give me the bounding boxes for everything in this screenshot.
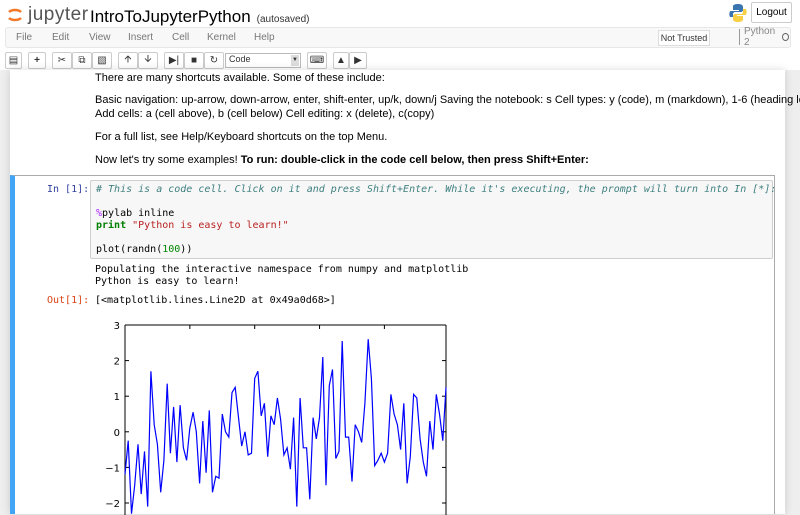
menu-cell[interactable]: Cell (172, 32, 189, 43)
jupyter-logo-icon (8, 8, 22, 22)
cell-type-value: Code (229, 54, 251, 64)
copy-icon: ⧉ (78, 55, 86, 66)
markdown-paragraph: For a full list, see Help/Keyboard short… (95, 131, 388, 143)
step-forward-icon: ▶| (168, 55, 180, 66)
kernel-indicator: Python 2 (739, 26, 790, 48)
save-icon: ▤ (8, 55, 19, 66)
menu-file[interactable]: File (16, 32, 32, 43)
move-up-button[interactable]: 🡩 (118, 52, 138, 69)
y-tick-label: 0 (114, 428, 120, 439)
arrow-up-icon: 🡩 (124, 54, 132, 65)
kernel-idle-icon (782, 33, 790, 41)
arrow-down-icon: 🡫 (144, 54, 152, 65)
code-editor[interactable]: # This is a code cell. Click on it and p… (90, 180, 777, 259)
video-icon: ▶ (354, 55, 362, 66)
plus-icon: + (34, 55, 40, 66)
interrupt-button[interactable]: ■ (184, 52, 204, 69)
print-keyword: print (96, 220, 127, 231)
autosave-status: (autosaved) (256, 14, 310, 25)
paste-icon: ▧ (97, 55, 107, 66)
cell-toolbar-button[interactable]: ▲ (333, 52, 349, 69)
output-prompt: Out[1]: (47, 295, 90, 306)
jupyter-logo[interactable]: jupyter (7, 4, 89, 26)
number-literal: 100 (162, 244, 181, 255)
run-button[interactable]: ▶| (164, 52, 184, 69)
markdown-paragraph: Now let's try some examples! To run: dou… (95, 154, 589, 166)
header: jupyter IntroToJupyterPython (autosaved) … (0, 0, 800, 70)
menu-view[interactable]: View (89, 32, 111, 43)
markdown-paragraph: Add cells: a (cell above), b (cell below… (95, 108, 435, 120)
kernel-name: Python 2 (744, 26, 776, 48)
restart-button[interactable]: ↻ (204, 52, 224, 69)
move-down-button[interactable]: 🡫 (138, 52, 158, 69)
notebook-container: There are many shortcuts available. Some… (10, 70, 800, 515)
notebook-title[interactable]: IntroToJupyterPython (autosaved) (90, 7, 309, 27)
restart-icon: ↻ (209, 55, 219, 66)
bold-instruction: To run: double-click in the code cell be… (240, 154, 589, 166)
menu-insert[interactable]: Insert (128, 32, 153, 43)
stdout-line: Populating the interactive namespace fro… (95, 264, 469, 275)
copy-button[interactable]: ⧉ (72, 52, 92, 69)
not-trusted-button[interactable]: Not Trusted (658, 30, 710, 46)
stdout-line: Python is easy to learn! (95, 276, 240, 287)
toggle-icon: ▲ (336, 55, 346, 66)
code-text: )) (180, 244, 193, 255)
data-line (124, 339, 447, 514)
logo-text: jupyter (28, 4, 89, 25)
logout-button[interactable]: Logout (751, 2, 792, 23)
input-prompt: In [1]: (47, 184, 90, 195)
save-button[interactable]: ▤ (5, 52, 22, 69)
paste-button[interactable]: ▧ (92, 52, 112, 69)
code-cell[interactable]: In [1]: # This is a code cell. Click on … (10, 175, 777, 515)
python-logo-icon (729, 4, 747, 22)
command-palette-button[interactable]: ⌨ (307, 52, 327, 69)
code-comment: # This is a code cell. Click on it and p… (96, 184, 777, 195)
string-literal: "Python is easy to learn!" (126, 220, 289, 231)
menu-help[interactable]: Help (254, 32, 275, 43)
magic-command: pylab inline (102, 208, 175, 219)
menu-edit[interactable]: Edit (52, 32, 69, 43)
y-tick-label: 3 (114, 321, 120, 332)
stop-icon: ■ (190, 55, 198, 66)
markdown-paragraph: Basic navigation: up-arrow, down-arrow, … (95, 94, 800, 106)
presentation-button[interactable]: ▶ (349, 52, 367, 69)
insert-cell-button[interactable]: + (28, 52, 46, 69)
y-tick-label: 2 (114, 357, 120, 368)
menubar: File Edit View Insert Cell Kernel Help N… (5, 26, 791, 48)
line-plot: 3 2 1 0 −1 −2 (105, 321, 447, 515)
chevron-down-icon: ▼ (291, 55, 299, 66)
y-tick-label: 1 (114, 392, 120, 403)
output-repr: [<matplotlib.lines.Line2D at 0x49a0d68>] (95, 295, 336, 306)
y-tick-label: −2 (105, 499, 120, 510)
cut-icon: ✂ (57, 55, 67, 66)
keyboard-icon: ⌨ (309, 55, 325, 66)
menu-kernel[interactable]: Kernel (207, 32, 236, 43)
text: Now let's try some examples! (95, 154, 241, 166)
code-text: plot(randn( (96, 244, 163, 255)
title-text[interactable]: IntroToJupyterPython (90, 7, 251, 26)
y-tick-label: −1 (105, 463, 120, 474)
cell-type-select[interactable]: Code ▼ (225, 53, 301, 68)
cut-button[interactable]: ✂ (52, 52, 72, 69)
markdown-paragraph: There are many shortcuts available. Some… (95, 72, 385, 84)
